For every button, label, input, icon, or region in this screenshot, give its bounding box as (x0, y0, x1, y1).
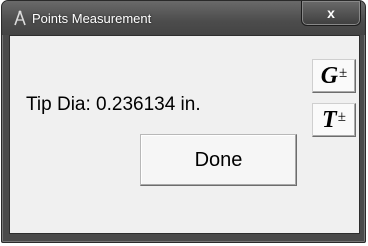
dialog-content: Tip Dia: 0.236134 in. Done G ± T ± (9, 35, 360, 234)
title-bar[interactable]: Points Measurement x (2, 1, 365, 35)
done-button[interactable]: Done (140, 134, 297, 186)
close-icon: x (327, 5, 335, 21)
close-button[interactable]: x (301, 1, 361, 26)
g-letter: G (320, 62, 339, 89)
window-title: Points Measurement (32, 11, 152, 26)
g-plus-minus-button[interactable]: G ± (312, 59, 356, 93)
plus-minus-icon: ± (339, 64, 348, 81)
t-plus-minus-button[interactable]: T ± (312, 103, 356, 137)
t-letter: T (322, 106, 337, 133)
points-measurement-window: Points Measurement x Tip Dia: 0.236134 i… (1, 0, 366, 243)
tip-diameter-label: Tip Dia: 0.236134 in. (26, 94, 201, 115)
caliper-icon (12, 10, 28, 26)
done-button-label: Done (194, 148, 243, 171)
plus-minus-icon: ± (337, 108, 346, 125)
